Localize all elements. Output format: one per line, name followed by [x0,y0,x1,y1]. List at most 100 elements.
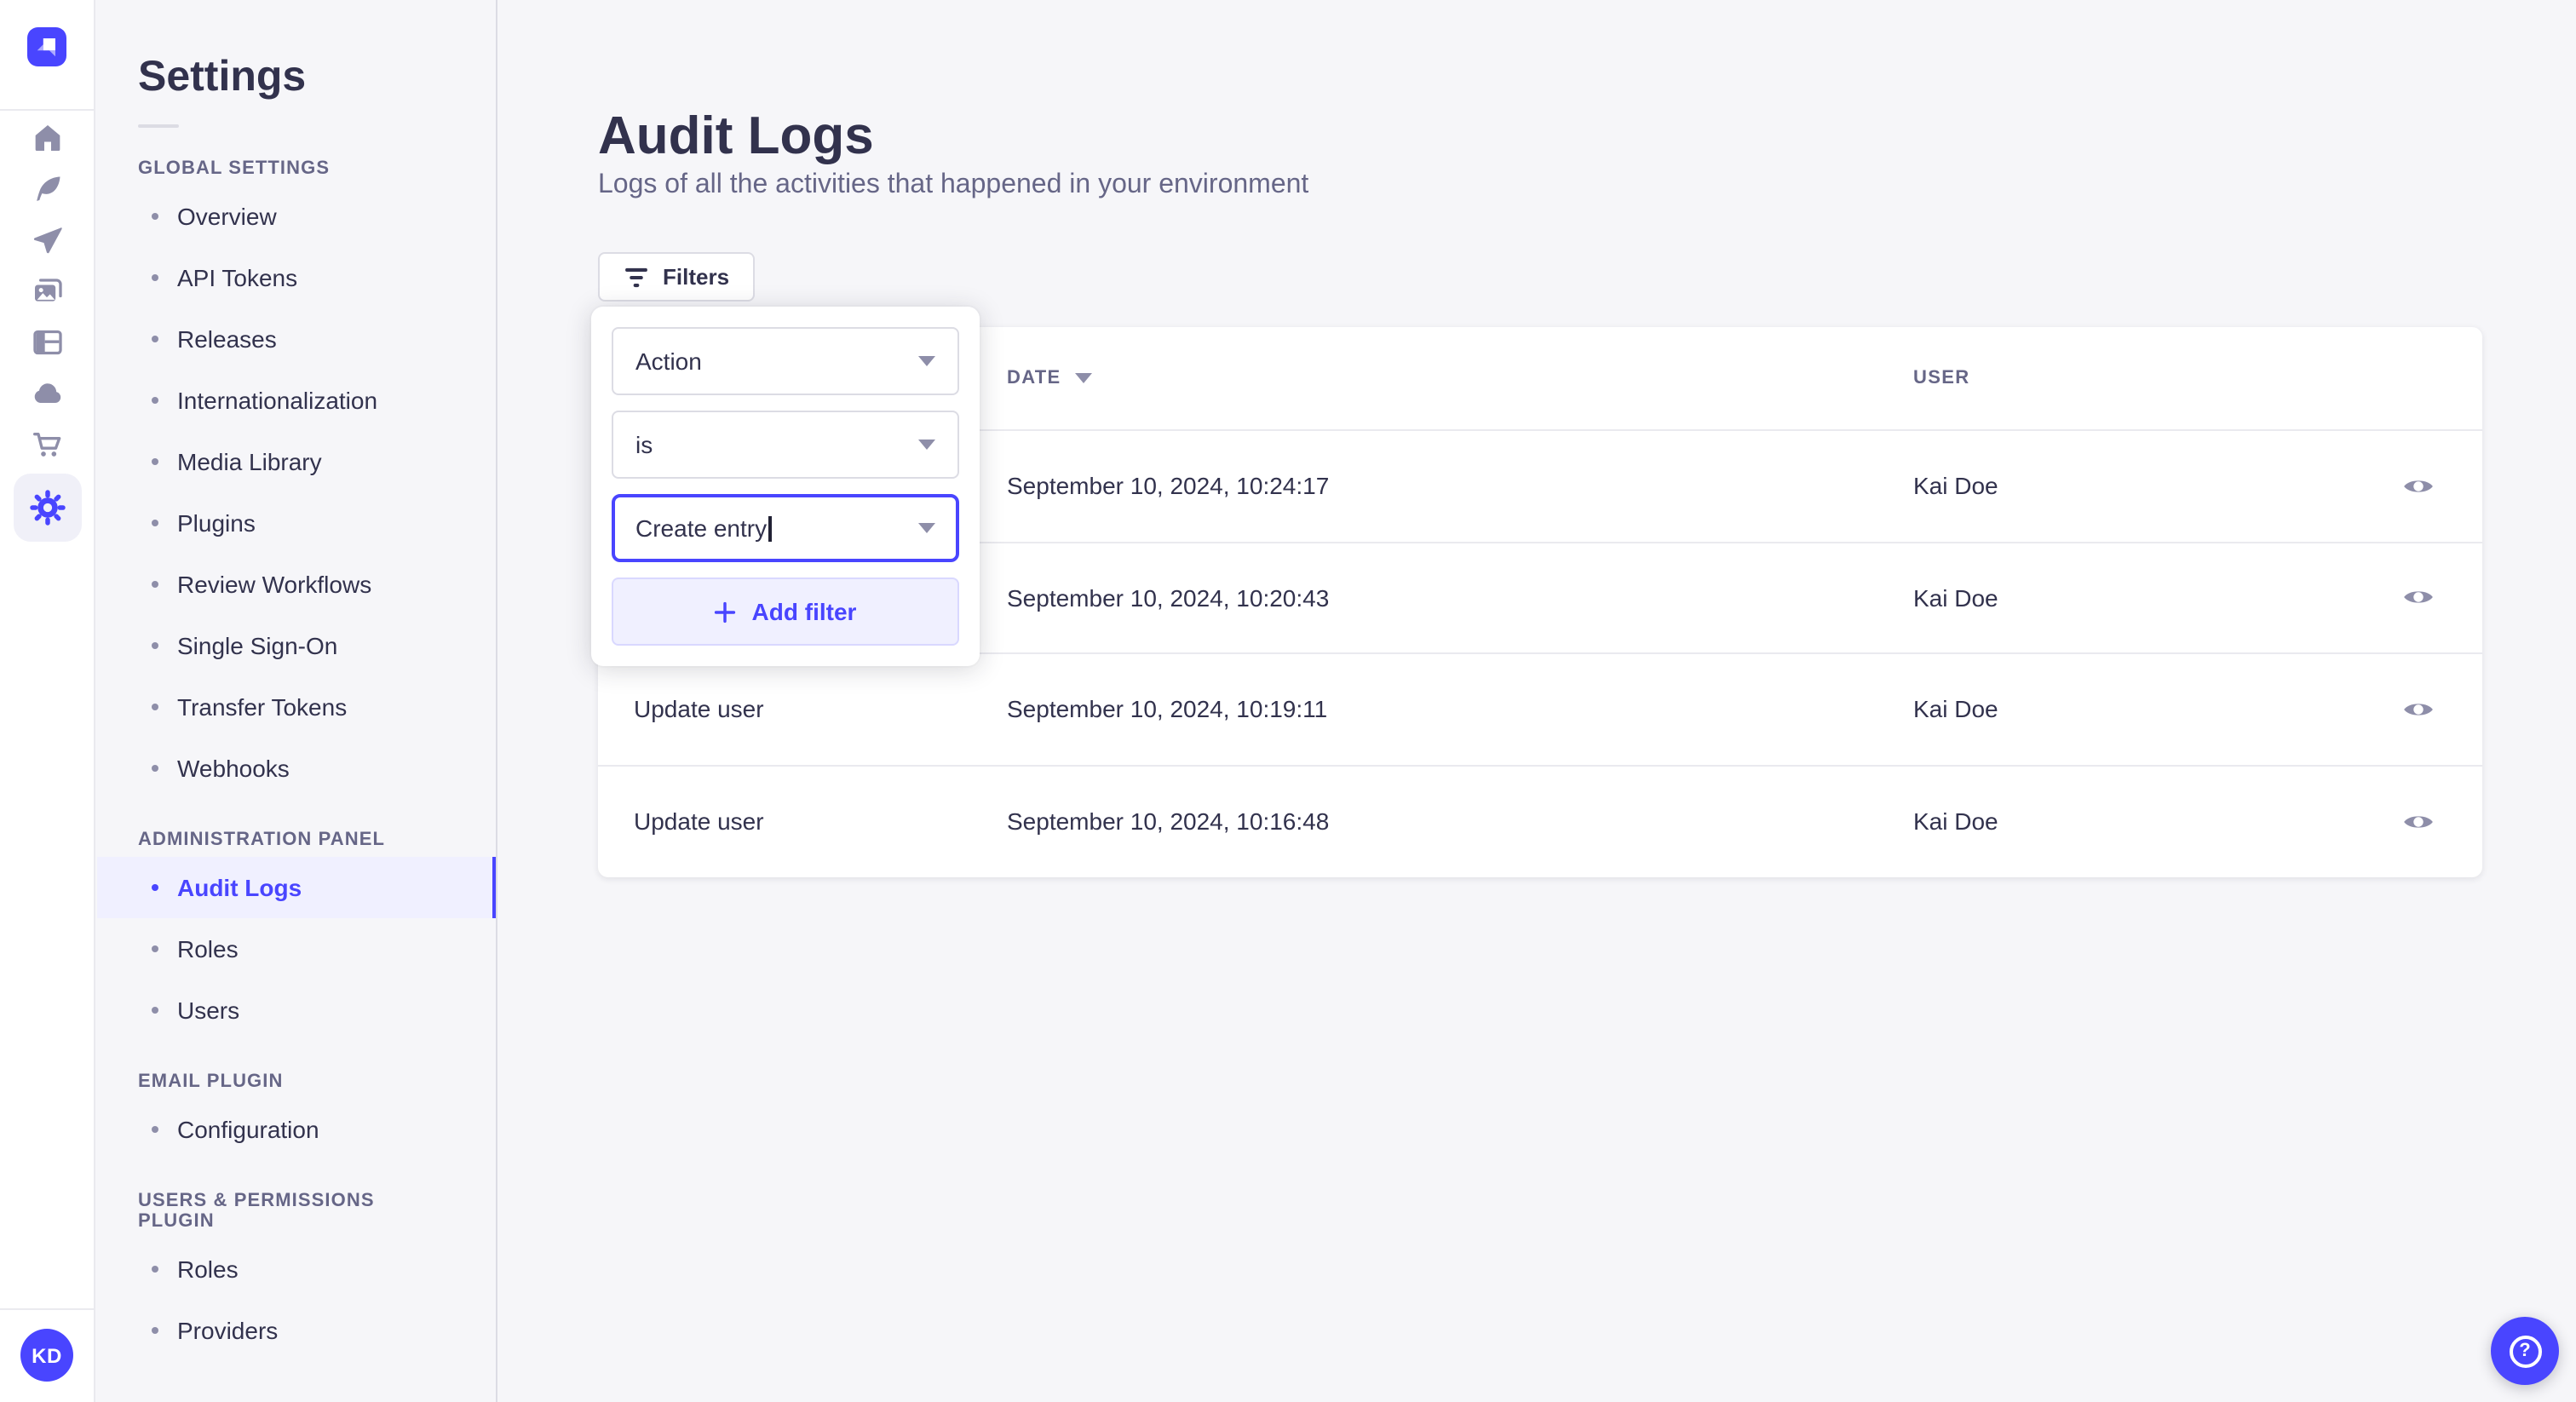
sidebar-item-single-sign-on[interactable]: Single Sign-On [97,615,496,676]
cloud-icon[interactable] [0,368,95,419]
page-subtitle: Logs of all the activities that happened… [598,170,1309,199]
cell-user: Kai Doe [1913,695,1998,723]
strip-bottom-divider [0,1308,94,1310]
sidebar-item-overview[interactable]: Overview [97,186,496,247]
section-email-plugin: EMAIL PLUGIN Configuration [97,1072,496,1160]
home-icon[interactable] [0,112,95,164]
strapi-admin-app: KD Settings GLOBAL SETTINGS Overview API… [0,0,2576,1402]
strapi-logo-icon [27,27,66,66]
sidebar-title-divider [138,124,179,128]
layout-icon[interactable] [0,317,95,368]
sidebar-item-releases[interactable]: Releases [97,308,496,370]
media-library-icon[interactable] [0,266,95,317]
strapi-logo[interactable] [27,27,66,66]
cell-action: Update user [634,807,764,836]
bullet-icon [152,642,158,649]
strip-icon-list [0,112,94,545]
view-details-eye-icon[interactable] [2395,468,2441,504]
view-details-eye-icon[interactable] [2395,580,2441,616]
bullet-icon [152,274,158,281]
add-filter-label: Add filter [751,598,857,625]
sidebar-item-up-providers[interactable]: Providers [97,1300,496,1361]
filters-button-label: Filters [663,264,730,290]
filter-field-value: Action [635,348,702,375]
bullet-icon [152,1007,158,1014]
plus-icon [715,600,736,623]
section-label: GLOBAL SETTINGS [138,158,331,179]
add-filter-button[interactable]: Add filter [612,577,959,646]
bullet-icon [152,213,158,220]
bullet-icon [152,1327,158,1334]
sidebar-item-webhooks[interactable]: Webhooks [97,738,496,799]
filters-button[interactable]: Filters [598,252,756,302]
gear-icon[interactable] [0,470,95,545]
sidebar-item-review-workflows[interactable]: Review Workflows [97,554,496,615]
bullet-icon [152,704,158,710]
section-users-permissions-plugin: USERS & PERMISSIONS PLUGIN Roles Provide… [97,1191,496,1361]
filter-value-text: Create entry [635,514,768,542]
text-cursor [768,515,772,541]
sort-desc-icon [1074,373,1092,383]
chevron-down-icon [918,356,935,366]
cell-date: September 10, 2024, 10:16:48 [1007,807,1330,836]
cell-date: September 10, 2024, 10:20:43 [1007,583,1330,612]
main-nav-strip: KD [0,0,95,1402]
sidebar-item-media-library[interactable]: Media Library [97,431,496,492]
sidebar-item-email-configuration[interactable]: Configuration [97,1099,496,1160]
cell-date: September 10, 2024, 10:24:17 [1007,472,1330,500]
filter-value-combobox[interactable]: Create entry [612,494,959,562]
sidebar-item-admin-roles[interactable]: Roles [97,918,496,980]
view-details-eye-icon[interactable] [2395,804,2441,840]
section-global-settings: GLOBAL SETTINGS Overview API Tokens Rele… [97,158,496,799]
help-button[interactable]: ? [2491,1317,2559,1385]
bullet-icon [152,581,158,588]
section-label: USERS & PERMISSIONS PLUGIN [138,1191,375,1232]
user-avatar[interactable]: KD [20,1329,73,1382]
main-content: Audit Logs Logs of all the activities th… [499,0,2576,1402]
column-header-date[interactable]: DATE [1007,368,1913,388]
chevron-down-icon [918,523,935,533]
sidebar-title: Settings [138,53,307,101]
bullet-icon [152,336,158,342]
table-row[interactable]: Update user September 10, 2024, 10:19:11… [598,654,2482,766]
bullet-icon [152,520,158,526]
question-mark-icon: ? [2509,1335,2541,1367]
filter-operator-value: is [635,431,653,458]
bullet-icon [152,458,158,465]
section-administration-panel: ADMINISTRATION PANEL Audit Logs Roles Us… [97,830,496,1041]
sidebar-item-transfer-tokens[interactable]: Transfer Tokens [97,676,496,738]
feather-icon[interactable] [0,164,95,215]
bullet-icon [152,945,158,952]
chevron-down-icon [918,440,935,450]
sidebar-item-up-roles[interactable]: Roles [97,1238,496,1300]
cell-action: Update user [634,695,764,723]
filter-popup: Action is Create entry Add filter [591,307,980,666]
page-title: Audit Logs [598,105,874,165]
bullet-icon [152,884,158,891]
filter-icon [625,267,647,287]
section-label: EMAIL PLUGIN [138,1072,284,1092]
sidebar-item-audit-logs[interactable]: Audit Logs [97,857,496,918]
column-header-user: USER [1913,368,1970,388]
section-label: ADMINISTRATION PANEL [138,830,386,850]
strip-divider [0,109,94,111]
bullet-icon [152,765,158,772]
filter-field-select[interactable]: Action [612,327,959,395]
filter-operator-select[interactable]: is [612,411,959,479]
table-row[interactable]: Update user September 10, 2024, 10:16:48… [598,766,2482,877]
cell-user: Kai Doe [1913,472,1998,500]
sidebar-item-plugins[interactable]: Plugins [97,492,496,554]
bullet-icon [152,397,158,404]
bullet-icon [152,1266,158,1273]
sidebar-item-api-tokens[interactable]: API Tokens [97,247,496,308]
bullet-icon [152,1126,158,1133]
active-nav-pill [13,474,81,542]
cell-date: September 10, 2024, 10:19:11 [1007,695,1328,723]
cart-icon[interactable] [0,419,95,470]
settings-sidebar: Settings GLOBAL SETTINGS Overview API To… [97,0,497,1402]
cell-user: Kai Doe [1913,807,1998,836]
paper-plane-icon[interactable] [0,215,95,266]
sidebar-item-admin-users[interactable]: Users [97,980,496,1041]
view-details-eye-icon[interactable] [2395,692,2441,727]
sidebar-item-internationalization[interactable]: Internationalization [97,370,496,431]
